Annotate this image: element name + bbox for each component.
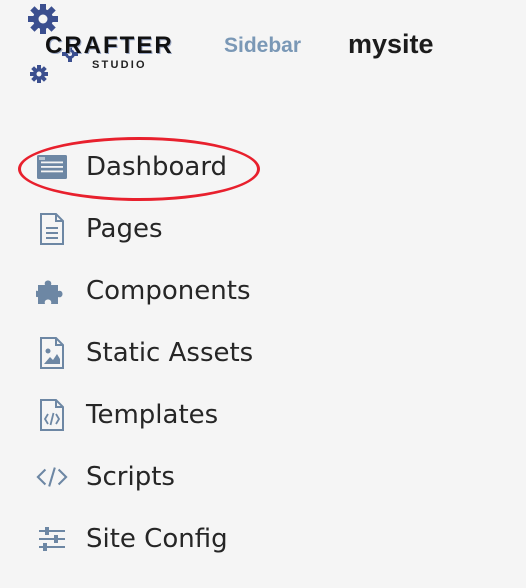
sidebar-item-static-assets[interactable]: Static Assets — [0, 322, 526, 384]
sidebar-item-label: Pages — [86, 214, 163, 244]
sidebar-item-dashboard[interactable]: Dashboard — [0, 136, 526, 201]
sidebar-item-label: Site Config — [86, 524, 228, 554]
logo-subtitle: STUDIO — [92, 59, 147, 71]
logo-wordmark: CRAFTER — [45, 32, 174, 59]
page-icon — [36, 212, 68, 246]
sidebar-toggle-link[interactable]: Sidebar — [224, 35, 301, 56]
sidebar-item-templates[interactable]: Templates — [0, 384, 526, 446]
sidebar-item-components[interactable]: Components — [0, 260, 526, 322]
code-file-icon — [36, 398, 68, 432]
puzzle-icon — [36, 274, 68, 308]
sliders-icon — [36, 522, 68, 556]
sidebar-item-pages[interactable]: Pages — [0, 198, 526, 260]
sidebar-item-label: Static Assets — [86, 338, 254, 368]
dashboard-icon — [36, 150, 68, 184]
sidebar-item-label: Templates — [86, 400, 219, 430]
site-name: mysite — [348, 29, 434, 59]
sidebar-nav: Dashboard Pages Components Static Assets… — [0, 136, 526, 570]
sidebar-item-label: Components — [86, 276, 251, 306]
header: CRAFTER STUDIO Sidebar mysite — [0, 0, 526, 100]
code-icon — [36, 460, 68, 494]
crafter-studio-logo[interactable]: CRAFTER STUDIO — [26, 4, 180, 86]
sidebar-item-label: Dashboard — [86, 152, 228, 182]
sidebar-item-label: Scripts — [86, 462, 175, 492]
sidebar-item-site-config[interactable]: Site Config — [0, 508, 526, 570]
image-file-icon — [36, 336, 68, 370]
sidebar-item-scripts[interactable]: Scripts — [0, 446, 526, 508]
